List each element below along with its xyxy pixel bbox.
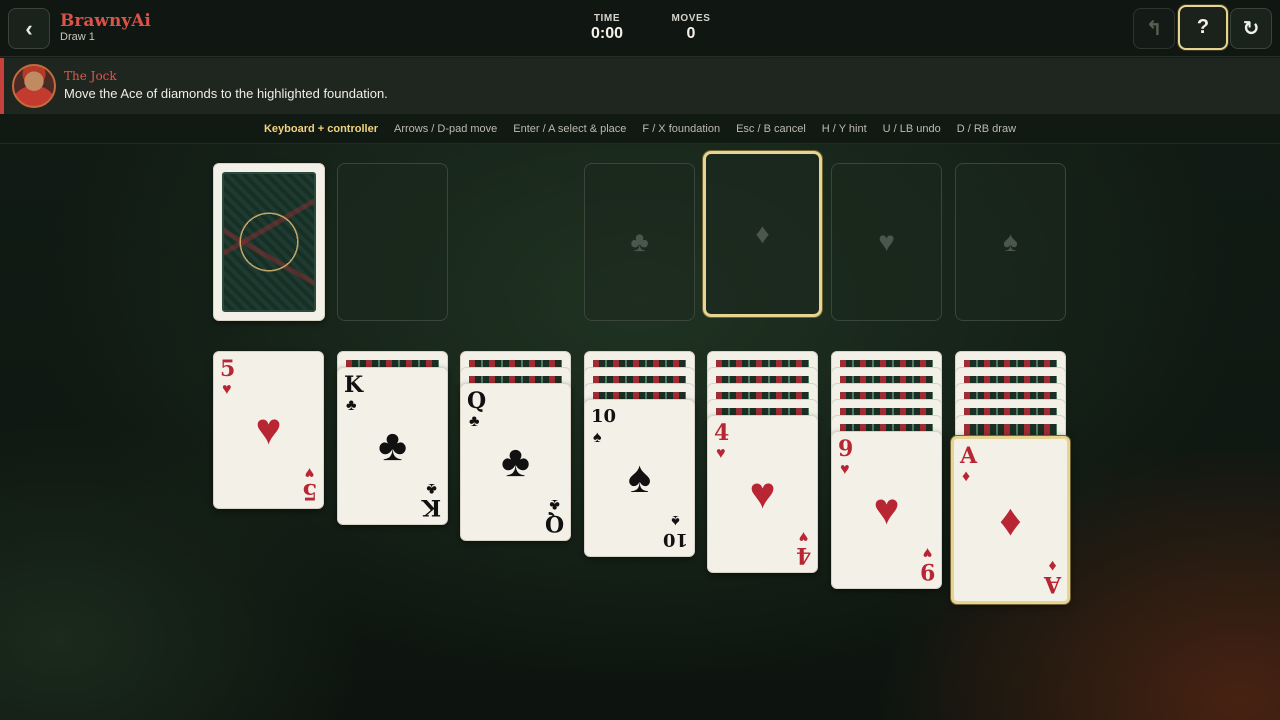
spade-icon: ♠	[593, 429, 602, 446]
avatar	[12, 64, 56, 108]
waste-pile[interactable]	[337, 163, 448, 321]
hint-message: Move the Ace of diamonds to the highligh…	[64, 86, 388, 101]
heart-icon: ♥	[255, 405, 282, 454]
heart-icon: ♥	[749, 469, 776, 518]
help-button[interactable]: ?	[1178, 5, 1228, 50]
club-icon: ♣	[501, 437, 530, 486]
diamond-icon: ♦	[999, 496, 1022, 545]
control-hint: Esc / B cancel	[736, 122, 806, 135]
control-hint: Enter / A select & place	[513, 122, 627, 135]
tableau-card[interactable]: 5 ♥ ♥ 5 ♥	[213, 351, 324, 509]
spade-icon: ♠	[627, 453, 652, 502]
question-mark-icon: ?	[1196, 16, 1210, 38]
control-hint: H / Y hint	[821, 122, 867, 135]
tableau-card[interactable]: K ♣ ♣ K ♣	[337, 367, 448, 525]
card-corner: 10 ♠	[663, 512, 688, 550]
foundation-clubs[interactable]: ♣	[584, 163, 695, 321]
ace-of-diamonds-card[interactable]: A ♦ ♦ A ♦	[951, 436, 1070, 604]
spade-icon: ♠	[1003, 226, 1018, 257]
tableau-card[interactable]: 9 ♥ ♥ 9 ♥	[831, 431, 942, 589]
moves-value: 0	[686, 25, 696, 42]
foundation-hearts[interactable]: ♥	[831, 163, 942, 321]
card-back-art	[222, 172, 316, 312]
time-label: TIME	[593, 13, 621, 24]
card-corner: K ♣	[421, 480, 441, 520]
card-rank: 9	[919, 558, 935, 584]
club-icon: ♣	[378, 421, 407, 470]
time-stat: TIME 0:00	[582, 13, 632, 43]
card-rank: A	[960, 443, 978, 469]
diamond-icon: ♦	[755, 218, 770, 249]
card-rank: Q	[544, 510, 564, 536]
heart-icon: ♥	[840, 461, 850, 478]
heart-icon: ♥	[716, 445, 726, 462]
moves-label: MOVES	[671, 13, 711, 24]
card-corner: A ♦	[1043, 557, 1061, 597]
tableau-card[interactable]: Q ♣ ♣ Q ♣	[460, 383, 571, 541]
card-rank: A	[1043, 571, 1061, 597]
app-title: BrawnyAi	[60, 11, 151, 31]
heart-icon: ♥	[222, 381, 232, 398]
back-button[interactable]: ‹	[8, 8, 50, 49]
foundation-spades[interactable]: ♠	[955, 163, 1066, 321]
card-rank: 4	[714, 420, 730, 446]
card-rank: 5	[220, 356, 236, 382]
control-hint: Arrows / D-pad move	[393, 122, 498, 135]
card-rank: 9	[838, 436, 854, 462]
restart-button[interactable]: ↻	[1230, 8, 1272, 49]
controls-legend: Keyboard + controller Arrows / D-pad mov…	[0, 114, 1280, 144]
restart-icon: ↻	[1242, 18, 1260, 40]
club-icon: ♣	[346, 397, 357, 414]
tableau-card[interactable]: 4 ♥ ♥ 4 ♥	[707, 415, 818, 573]
control-hint: U / LB undo	[882, 122, 941, 135]
heart-icon: ♥	[873, 485, 900, 534]
tableau-card[interactable]: 10 ♠ ♠ 10 ♠	[584, 399, 695, 557]
card-rank: 5	[301, 478, 317, 504]
undo-button[interactable]: ↰	[1133, 8, 1175, 49]
heart-icon: ♥	[878, 226, 895, 257]
controls-title: Keyboard + controller	[263, 122, 378, 135]
stock-pile[interactable]	[213, 163, 325, 321]
card-corner: 4 ♥	[795, 528, 811, 568]
card-rank: 10	[591, 406, 617, 427]
coach-name: The Jock	[64, 69, 117, 83]
card-rank: K	[421, 494, 441, 520]
undo-icon: ↰	[1145, 18, 1163, 40]
game-mode-label: Draw 1	[60, 31, 95, 43]
spade-icon: ♠	[671, 512, 680, 529]
top-bar: ‹ BrawnyAi Draw 1 TIME 0:00 MOVES 0 ↰ ? …	[0, 0, 1280, 57]
card-corner: 5 ♥	[301, 464, 317, 504]
foundation-diamonds[interactable]: ♦	[703, 151, 822, 317]
card-rank: K	[344, 372, 364, 398]
card-corner: 9 ♥	[919, 544, 935, 584]
card-rank: 10	[662, 529, 688, 550]
chevron-left-icon: ‹	[25, 15, 33, 41]
time-value: 0:00	[590, 25, 624, 42]
card-rank: 4	[795, 542, 811, 568]
control-hint: F / X foundation	[642, 122, 721, 135]
card-rank: Q	[467, 388, 487, 414]
diamond-icon: ♦	[962, 468, 971, 485]
club-icon: ♣	[469, 413, 480, 430]
control-hint: D / RB draw	[956, 122, 1017, 135]
card-corner: Q ♣	[544, 496, 564, 536]
club-icon: ♣	[630, 226, 649, 257]
moves-stat: MOVES 0	[664, 13, 718, 43]
